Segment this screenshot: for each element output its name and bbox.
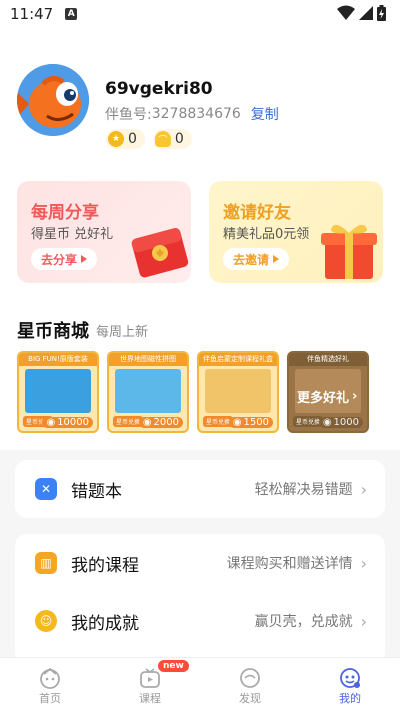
nav-course[interactable]: 课程 new [100,658,200,711]
invite-friends-card[interactable]: 邀请好友 精美礼品0元领 去邀请 [209,181,383,283]
notification-a-icon: A [65,8,78,20]
chevron-right-icon: › [360,553,367,573]
invite-card-subtitle: 精美礼品0元领 [223,227,310,242]
home-icon [40,667,60,689]
achievement-icon: ☺ [35,610,57,632]
nav-discover[interactable]: 发现 [200,658,300,711]
go-invite-button[interactable]: 去邀请 [223,248,290,270]
product-list: BIG FUN!原版套装 星币兑换 ◉ 10000 世界地图磁性拼图 星币兑换 … [17,351,369,433]
product-image [205,369,271,413]
wifi-icon [337,5,355,20]
chevron-right-icon: › [360,479,367,499]
new-badge: new [158,660,189,672]
mistake-book-icon: ✕ [35,478,57,500]
go-invite-label: 去邀请 [233,252,270,267]
product-title: 伴鱼精选好礼 [289,353,367,366]
product-image [115,369,181,413]
my-courses-row[interactable]: ▥ 我的课程 课程购买和赠送详情 › [15,534,385,592]
profile-icon [340,668,360,688]
copy-uid-button[interactable]: 复制 [251,104,279,124]
nav-label: 课程 [139,692,161,705]
star-coin-icon: ★ [108,131,124,147]
row-label: 我的课程 [71,555,139,576]
product-title: 伴鱼启蒙定制课程礼盒 [199,353,277,366]
coin-icon: ◉ [142,417,152,428]
avatar[interactable] [17,64,89,136]
weekly-share-card[interactable]: 每周分享 得星币 兑好礼 去分享 [17,181,191,283]
row-hint: 课程购买和赠送详情 [226,556,353,572]
gift-box-icon [321,224,377,279]
shell-balance[interactable]: ⌒ 0 [152,129,192,149]
row-label: 我的成就 [71,613,139,634]
product-price: ◉ 1500 [228,417,273,428]
product-title: 世界地图磁性拼图 [109,353,187,366]
star-mall-title: 星币商城 [17,321,89,342]
row-hint: 赢贝壳，兑成就 [254,614,353,630]
coin-icon: ◉ [232,417,242,428]
nav-profile[interactable]: 我的 [300,658,400,711]
mistake-book-card: ✕ 错题本 轻松解决易错题 › [15,460,385,518]
mistake-book-row[interactable]: ✕ 错题本 轻松解决易错题 › [15,460,385,518]
invite-card-title: 邀请好友 [223,203,291,223]
chevron-right-icon: › [352,389,358,404]
fish-mascot-icon [17,64,89,136]
play-arrow-icon [273,255,280,263]
play-arrow-icon [81,255,88,263]
product-price: ◉ 2000 [138,417,183,428]
product-price: ◉ 10000 [42,417,93,428]
more-gifts-card[interactable]: 伴鱼精选好礼 更多好礼 › 星币兑换 ◉ 1000 [287,351,369,433]
go-share-label: 去分享 [41,252,78,267]
share-card-subtitle: 得星币 兑好礼 [31,227,114,242]
status-icons [337,5,386,21]
product-image [25,369,91,413]
menu-card: ▥ 我的课程 课程购买和赠送详情 › ☺ 我的成就 赢贝壳，兑成就 › [15,534,385,664]
row-label: 错题本 [71,481,122,502]
status-bar: 11:47 A [0,0,400,28]
go-share-button[interactable]: 去分享 [31,248,98,270]
product-card[interactable]: 伴鱼启蒙定制课程礼盒 星币兑换 ◉ 1500 [197,351,279,433]
product-card[interactable]: 世界地图磁性拼图 星币兑换 ◉ 2000 [107,351,189,433]
coin-icon: ◉ [46,417,56,428]
my-achievements-row[interactable]: ☺ 我的成就 赢贝壳，兑成就 › [15,592,385,650]
star-coin-balance[interactable]: ★ 0 [106,129,145,149]
share-card-title: 每周分享 [31,203,99,223]
shell-count: 0 [174,131,184,147]
nav-label: 我的 [339,692,361,705]
nav-label: 首页 [39,692,61,705]
coin-icon: ◉ [322,417,332,428]
status-time: 11:47 [10,5,54,23]
product-card[interactable]: BIG FUN!原版套装 星币兑换 ◉ 10000 [17,351,99,433]
shell-icon: ⌒ [154,131,171,147]
product-title: BIG FUN!原版套装 [19,353,97,366]
bottom-nav: 首页 课程 new 发现 我的 [0,657,400,711]
username: 69vgekri80 [105,79,213,99]
product-price: ◉ 1000 [318,417,363,428]
nav-label: 发现 [239,692,261,705]
discover-icon [240,668,260,688]
uid-row: 伴鱼号: 3278834676 复制 [105,104,279,124]
uid-value: 3278834676 [151,106,241,122]
chevron-right-icon: › [360,611,367,631]
nav-home[interactable]: 首页 [0,658,100,711]
battery-icon [377,5,386,21]
uid-label: 伴鱼号: [105,107,152,123]
cell-signal-icon [359,6,373,20]
star-mall-subtitle: 每周上新 [96,325,149,340]
row-hint: 轻松解决易错题 [254,482,353,498]
more-gifts-label: 更多好礼 › [297,389,358,406]
coin-balances: ★ 0 ⌒ 0 [106,129,192,149]
course-icon: ▥ [35,552,57,574]
red-envelope-icon [131,228,189,278]
star-coin-count: 0 [128,131,137,147]
